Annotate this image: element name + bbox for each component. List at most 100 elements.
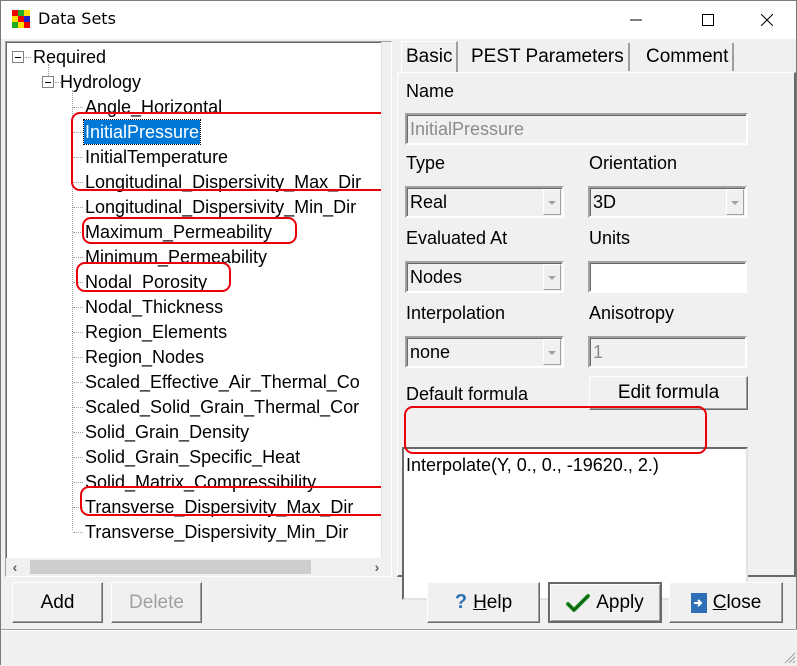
tree-item[interactable]: Scaled_Effective_Air_Thermal_Co — [84, 370, 361, 394]
tree-node-required[interactable]: Required — [32, 45, 107, 69]
chevron-down-icon[interactable] — [726, 189, 744, 215]
tree-connector — [73, 382, 83, 383]
name-field[interactable]: InitialPressure — [405, 113, 748, 145]
formula-text: Interpolate(Y, 0., 0., -19620., 2.) — [406, 455, 659, 475]
tree-connector — [73, 507, 83, 508]
close-window-button[interactable] — [744, 1, 790, 39]
orientation-select[interactable]: 3D — [588, 186, 747, 218]
orientation-value: 3D — [593, 192, 617, 212]
tree-item[interactable]: Longitudinal_Dispersivity_Min_Dir — [84, 195, 357, 219]
chevron-down-icon[interactable] — [543, 339, 561, 365]
tree-connector — [73, 232, 83, 233]
tree-connector — [25, 57, 31, 58]
resize-grip-icon[interactable] — [780, 648, 796, 664]
tree-connector — [73, 132, 83, 133]
interpolation-label: Interpolation — [406, 303, 506, 323]
type-value: Real — [410, 192, 448, 212]
close-label: Close — [712, 591, 762, 613]
tree-item[interactable]: Transverse_Dispersivity_Max_Dir — [84, 495, 354, 519]
tree-connector — [73, 432, 83, 433]
maximize-button[interactable] — [685, 1, 731, 39]
delete-button[interactable]: Delete — [111, 582, 202, 623]
tree-item[interactable]: Solid_Grain_Density — [84, 420, 250, 444]
scroll-left-icon[interactable]: ‹ — [6, 558, 24, 576]
checkmark-icon — [566, 593, 591, 612]
type-select[interactable]: Real — [405, 186, 564, 218]
title-bar: Data Sets — [1, 1, 796, 39]
minimize-icon — [630, 19, 642, 21]
close-button[interactable]: Close — [669, 582, 783, 623]
help-label: Help — [473, 591, 513, 613]
tree-horizontal-scrollbar[interactable]: ‹ › — [6, 558, 391, 576]
evaluated-at-select[interactable]: Nodes — [405, 261, 564, 293]
tree-item[interactable]: Transverse_Dispersivity_Min_Dir — [84, 520, 349, 544]
name-label: Name — [406, 81, 455, 101]
tree-item[interactable]: Nodal_Porosity — [84, 270, 208, 294]
tree-connector — [73, 357, 83, 358]
tree-item[interactable]: Region_Elements — [84, 320, 228, 344]
window-title: Data Sets — [38, 9, 116, 28]
units-input[interactable] — [588, 261, 747, 293]
tab-strip: Basic PEST Parameters Comment — [397, 41, 797, 73]
status-bar — [1, 631, 797, 666]
apply-button[interactable]: Apply — [548, 582, 662, 623]
apply-label: Apply — [596, 591, 644, 613]
default-formula-textarea[interactable]: Interpolate(Y, 0., 0., -19620., 2.) — [402, 447, 748, 600]
tree-connector — [73, 282, 83, 283]
grid-color-icon — [12, 10, 30, 28]
close-icon — [761, 14, 773, 26]
units-label: Units — [589, 228, 631, 248]
tree-item[interactable]: Minimum_Permeability — [84, 245, 268, 269]
tree-connector — [73, 257, 83, 258]
help-icon: ? — [454, 591, 468, 613]
tree-item[interactable]: Scaled_Solid_Grain_Thermal_Cor — [84, 395, 360, 419]
tree-item[interactable]: InitialPressure — [82, 119, 202, 145]
evaluated-at-value: Nodes — [410, 267, 463, 287]
tree-item[interactable]: InitialTemperature — [84, 145, 229, 169]
properties-panel: Basic PEST Parameters Comment Name Initi… — [397, 41, 797, 600]
tab-basic[interactable]: Basic — [401, 41, 459, 73]
tree-connector — [73, 457, 83, 458]
tree-vertical-scrollbar[interactable] — [381, 42, 391, 559]
type-label: Type — [406, 153, 446, 173]
tree-connector — [73, 107, 83, 108]
tab-comment[interactable]: Comment — [642, 43, 735, 71]
interpolation-select[interactable]: none — [405, 336, 564, 368]
minimize-button[interactable] — [613, 1, 659, 39]
tree-item[interactable]: Longitudinal_Dispersivity_Max_Dir — [84, 170, 362, 194]
add-button[interactable]: Add — [12, 582, 103, 623]
tree-connector — [73, 532, 83, 533]
tree-item[interactable]: Angle_Horizontal — [84, 95, 223, 119]
collapse-required-icon[interactable] — [12, 51, 24, 63]
tree-connector — [73, 332, 83, 333]
default-formula-label: Default formula — [406, 384, 529, 404]
evaluated-at-label: Evaluated At — [406, 228, 508, 248]
interpolation-value: none — [410, 342, 451, 362]
tree-item[interactable]: Solid_Matrix_Compressibility — [84, 470, 317, 494]
anisotropy-label: Anisotropy — [589, 303, 675, 323]
edit-formula-button[interactable]: Edit formula — [589, 376, 748, 410]
anisotropy-input[interactable]: 1 — [588, 336, 747, 368]
basic-tab-content: Name InitialPressure Type Orientation Re… — [397, 72, 796, 600]
tree-item[interactable]: Region_Nodes — [84, 345, 205, 369]
data-set-tree[interactable]: Required Hydrology Angle_Horizontal Initi… — [5, 41, 392, 577]
help-button[interactable]: ? Help — [427, 582, 540, 623]
chevron-down-icon[interactable] — [543, 189, 561, 215]
exit-door-icon — [690, 592, 707, 613]
orientation-label: Orientation — [589, 153, 678, 173]
tree-connector — [73, 207, 83, 208]
tree-connector — [73, 482, 83, 483]
scrollbar-thumb[interactable] — [30, 560, 311, 574]
tab-pest-parameters[interactable]: PEST Parameters — [467, 43, 630, 71]
data-sets-window: Data Sets Required Hydrology Angle_Horiz… — [0, 0, 797, 666]
tree-item[interactable]: Solid_Grain_Specific_Heat — [84, 445, 301, 469]
tree-item[interactable]: Maximum_Permeability — [84, 220, 273, 244]
collapse-hydrology-icon[interactable] — [42, 76, 54, 88]
tree-item[interactable]: Nodal_Thickness — [84, 295, 224, 319]
scroll-right-icon[interactable]: › — [368, 558, 386, 576]
tree-connector — [72, 90, 73, 530]
chevron-down-icon[interactable] — [543, 264, 561, 290]
tree-connector — [73, 407, 83, 408]
maximize-icon — [702, 14, 714, 26]
tree-connector — [73, 182, 83, 183]
